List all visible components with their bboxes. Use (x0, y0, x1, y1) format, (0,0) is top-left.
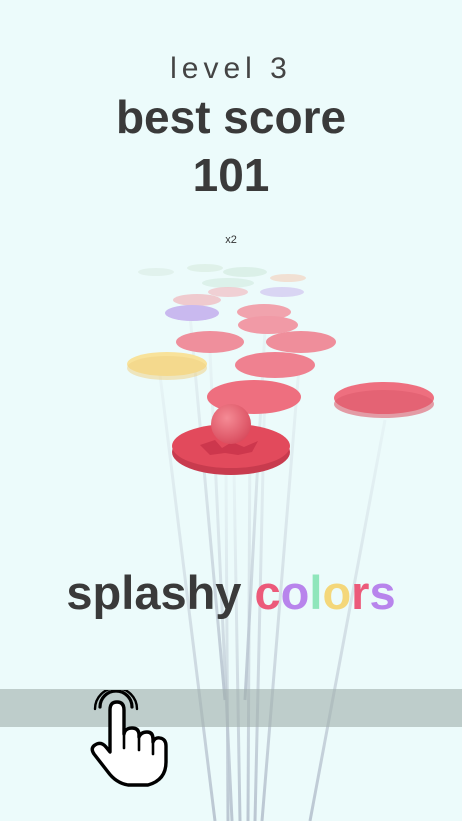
tutorial-tap-band[interactable] (0, 689, 462, 727)
title-word-colors: colors (255, 566, 396, 619)
score-multiplier: x2 (225, 234, 237, 246)
tap-hand-icon (90, 690, 168, 787)
title-letter: s (369, 566, 396, 619)
distant-platforms (138, 264, 306, 306)
best-score-value: 101 (192, 149, 270, 201)
game-screen[interactable]: level 3 best score 101 x2 splashy colors (0, 0, 462, 821)
title-letter: r (351, 566, 370, 619)
best-score-label: best score (115, 91, 347, 143)
ball (211, 404, 251, 444)
level-indicator: level 3 (170, 52, 292, 85)
title-word-splashy: splashy (66, 566, 242, 619)
title-letter: c (254, 566, 281, 619)
game-title: splashy colors (0, 565, 462, 620)
title-letter: o (322, 566, 352, 619)
mid-platforms (127, 304, 434, 418)
title-letter: o (280, 566, 310, 619)
title-letter: l (309, 566, 323, 619)
